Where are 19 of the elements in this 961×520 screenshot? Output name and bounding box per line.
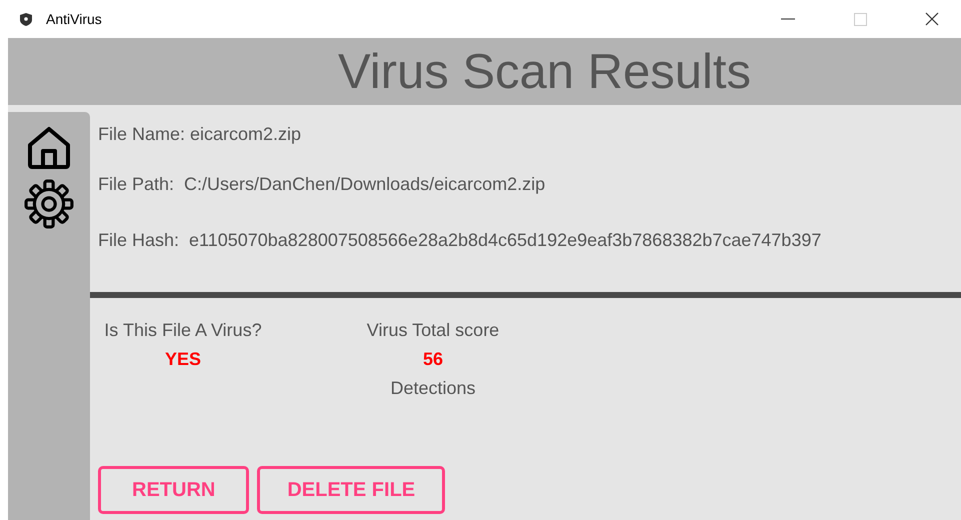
file-info-text: File Hash: e1105070ba828007508566e28a2b8d4c65d192e9eaf3b7868382b7cae747b397 xyxy=(98,230,822,251)
verdict-label: Is This File A Virus? xyxy=(104,320,262,341)
delete-file-button[interactable]: DELETE FILE xyxy=(257,466,446,514)
file-info-text: File Path: C:/Users/DanChen/Downloads/eicarcom2.zip xyxy=(98,174,546,195)
page-title: Virus Scan Results xyxy=(336,44,752,100)
maximize-icon xyxy=(854,12,866,26)
score-label: Virus Total score xyxy=(366,320,500,341)
minimize-icon xyxy=(781,18,795,20)
home-icon xyxy=(26,125,72,171)
window-title: AntiVirus xyxy=(46,11,102,27)
score-value: 56 xyxy=(422,349,444,370)
shield-icon xyxy=(20,12,32,26)
close-icon xyxy=(925,12,939,26)
settings-button[interactable] xyxy=(23,178,75,230)
file-info-text: File Name: eicarcom2.zip xyxy=(98,124,302,145)
settings-icon xyxy=(24,179,74,229)
score-unit: Detections xyxy=(390,378,476,399)
return-button[interactable]: RETURN xyxy=(98,466,250,514)
verdict-value: YES xyxy=(164,349,202,370)
